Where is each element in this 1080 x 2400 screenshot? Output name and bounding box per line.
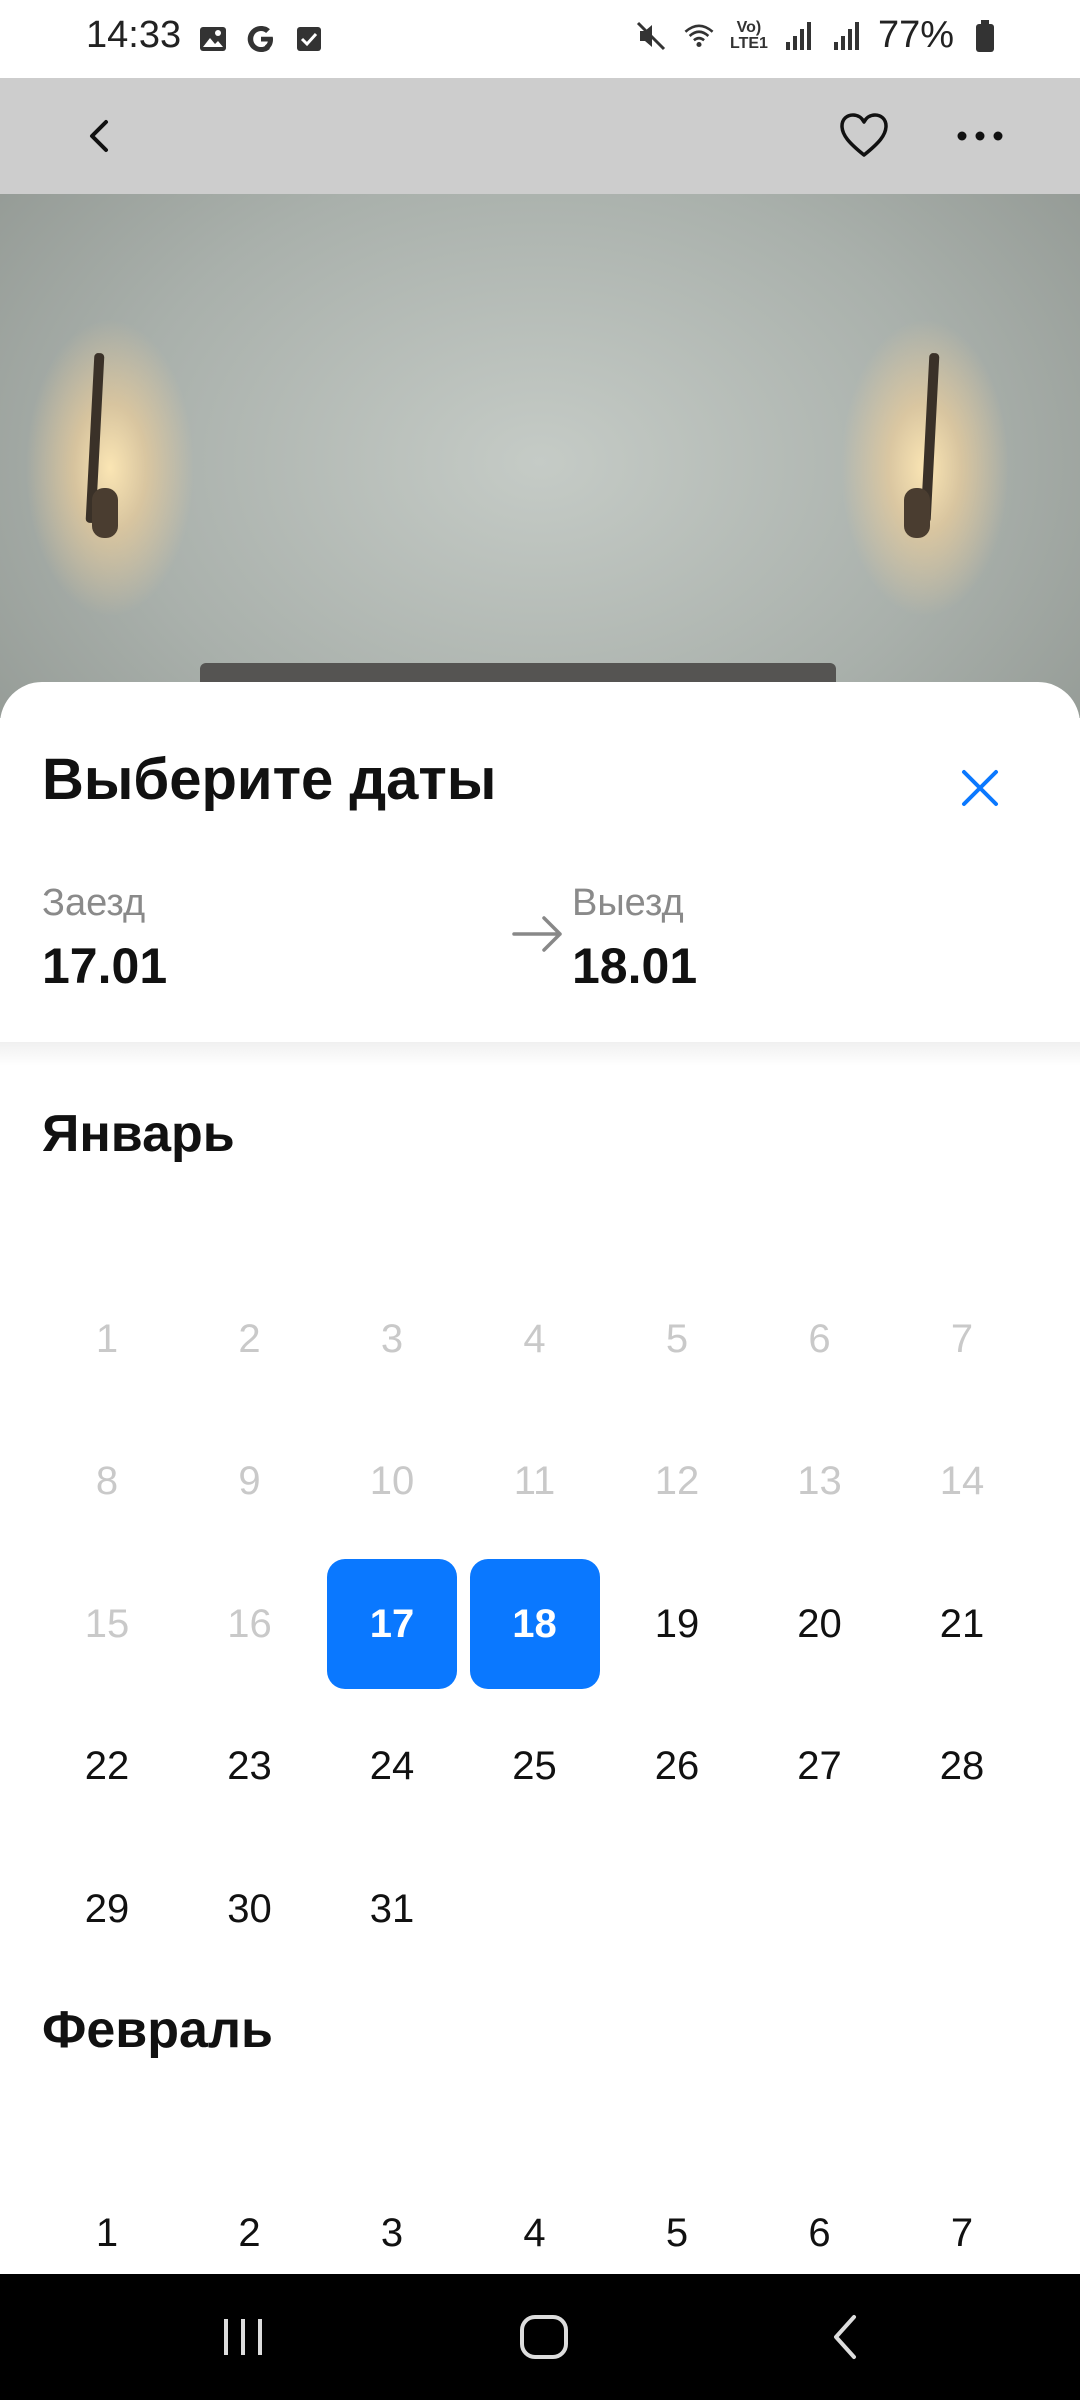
recent-apps-button[interactable] <box>183 2302 303 2372</box>
calendar-day: 9 <box>238 1459 261 1503</box>
summary-divider <box>0 1042 1080 1066</box>
calendar-day[interactable]: 26 <box>612 1702 742 1832</box>
close-button[interactable] <box>948 756 1012 820</box>
calendar-day: 13 <box>797 1459 842 1503</box>
calendar-day[interactable]: 27 <box>755 1702 885 1832</box>
calendar-day[interactable]: 4 <box>470 2168 600 2274</box>
calendar-day[interactable]: 1 <box>42 2168 172 2274</box>
calendar-day[interactable]: 5 <box>612 2168 742 2274</box>
calendar-day: 15 <box>84 1601 130 1646</box>
status-left-icons <box>196 22 326 56</box>
checkin-field[interactable]: Заезд 17.01 <box>42 882 167 995</box>
sheet-title: Выберите даты <box>42 747 497 812</box>
back-button[interactable] <box>60 96 140 176</box>
month-title-january: Январь <box>42 1105 235 1163</box>
battery-icon <box>968 19 1002 53</box>
checkin-label: Заезд <box>42 882 146 924</box>
calendar-day[interactable]: 22 <box>42 1702 172 1832</box>
calendar-day: 4 <box>523 1316 546 1361</box>
calendar-day: 6 <box>808 1316 831 1361</box>
calendar-day[interactable]: 28 <box>897 1702 1027 1832</box>
calendar-day: 8 <box>95 1459 119 1503</box>
home-button[interactable] <box>484 2302 604 2372</box>
calendar-day: 7 <box>950 1316 974 1361</box>
google-icon <box>244 22 278 56</box>
calendar-day[interactable]: 25 <box>470 1702 600 1832</box>
calendar-day: 3 <box>380 1316 404 1361</box>
favorite-button[interactable] <box>824 96 904 176</box>
checkbox-icon <box>292 22 326 56</box>
network-type-label: Vo) LTE1 <box>730 18 768 52</box>
calendar-day: 14 <box>939 1459 985 1503</box>
calendar-day: 1 <box>95 1316 119 1361</box>
calendar-day[interactable]: 23 <box>185 1702 315 1832</box>
calendar-day[interactable]: 3 <box>327 2168 457 2274</box>
calendar-day[interactable]: 6 <box>755 2168 885 2274</box>
calendar-day[interactable]: 21 <box>897 1559 1027 1689</box>
wall-lamp-mount-left <box>92 488 118 538</box>
arrow-right-icon <box>510 914 566 959</box>
calendar-day[interactable]: 31 <box>327 1844 457 1974</box>
status-right-icons: Vo) LTE1 77% <box>634 14 1002 57</box>
month-title-february: Февраль <box>42 2001 273 2059</box>
signal-icon <box>830 19 864 53</box>
checkin-value: 17.01 <box>42 938 168 994</box>
calendar-day: 12 <box>654 1459 700 1503</box>
top-navigation <box>0 78 1080 194</box>
status-time: 14:33 <box>86 14 182 56</box>
wall-lamp-glow-left <box>25 318 195 618</box>
calendar-day[interactable]: 7 <box>897 2168 1027 2274</box>
calendar-day[interactable]: 19 <box>612 1559 742 1689</box>
battery-percent: 77% <box>877 14 954 56</box>
calendar-day[interactable]: 30 <box>185 1844 315 1974</box>
more-button[interactable] <box>940 96 1020 176</box>
calendar-day: 10 <box>369 1459 415 1503</box>
gallery-icon <box>196 22 230 56</box>
close-icon <box>962 770 998 806</box>
calendar-day[interactable]: 24 <box>327 1702 457 1832</box>
system-nav-bar <box>0 2274 1080 2400</box>
checkout-field[interactable]: Выезд 18.01 <box>572 882 697 995</box>
calendar-day[interactable]: 20 <box>755 1559 885 1689</box>
listing-photo <box>0 78 1080 718</box>
more-horizontal-icon <box>957 131 1003 141</box>
wifi-icon <box>682 19 716 53</box>
system-back-button[interactable] <box>786 2302 906 2372</box>
status-bar: 14:33 Vo) LTE1 77% <box>0 0 1080 78</box>
calendar-day-selected[interactable]: 17 <box>327 1559 457 1689</box>
heart-icon <box>840 113 888 157</box>
checkout-value: 18.01 <box>572 938 698 994</box>
checkout-label: Выезд <box>572 882 684 924</box>
calendar-day: 16 <box>227 1601 272 1646</box>
back-icon <box>834 2315 856 2359</box>
calendar-day: 11 <box>513 1459 556 1503</box>
calendar-day-selected[interactable]: 18 <box>469 1559 600 1689</box>
mute-icon <box>634 19 668 53</box>
recent-apps-icon <box>224 2319 262 2355</box>
calendar-day: 5 <box>665 1316 689 1361</box>
chevron-left-icon <box>90 120 108 152</box>
date-picker-sheet: Выберите даты Заезд 17.01 Выезд 18.01 Ян… <box>0 682 1080 2274</box>
home-icon <box>520 2315 568 2359</box>
calendar-day: 2 <box>238 1316 261 1361</box>
signal-icon <box>782 19 816 53</box>
wall-lamp-mount-right <box>904 488 930 538</box>
calendar-day[interactable]: 2 <box>185 2168 315 2274</box>
calendar-day[interactable]: 29 <box>42 1844 172 1974</box>
